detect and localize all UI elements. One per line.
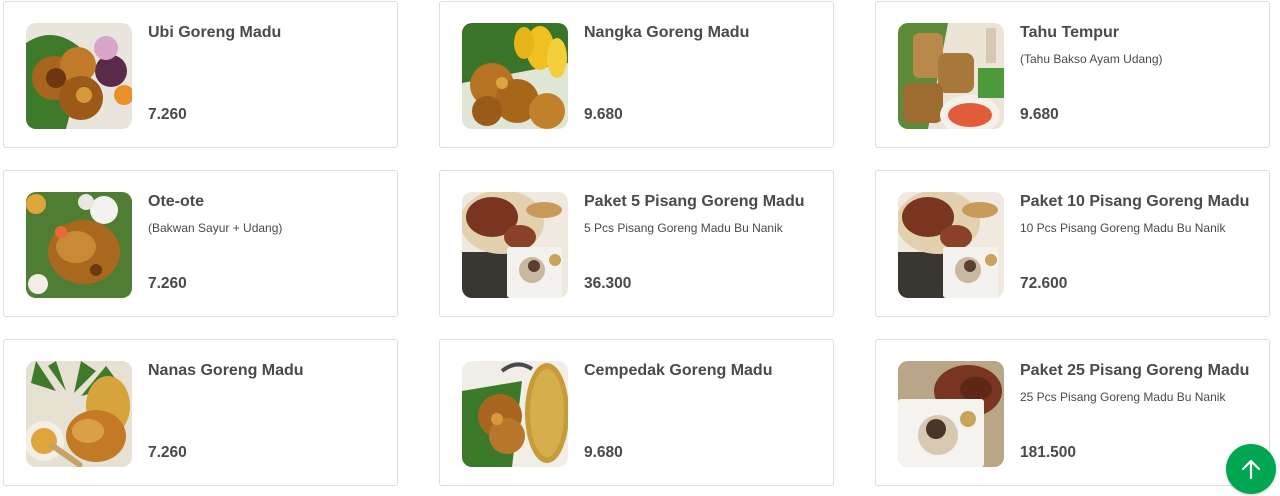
item-price: 36.300 — [584, 275, 632, 292]
cempedak-goreng-image — [462, 361, 568, 467]
scroll-to-top-button[interactable] — [1226, 444, 1276, 494]
menu-item-card[interactable]: Ubi Goreng Madu 7.260 — [3, 1, 398, 148]
menu-item-card[interactable]: Tahu Tempur (Tahu Bakso Ayam Udang) 9.68… — [875, 1, 1270, 148]
item-description: 5 Pcs Pisang Goreng Madu Bu Nanik — [584, 221, 783, 235]
menu-item-card[interactable]: Nangka Goreng Madu 9.680 — [439, 1, 834, 148]
item-name: Cempedak Goreng Madu — [584, 362, 773, 379]
pisang-paket-image — [462, 192, 568, 298]
pisang-box-image — [898, 361, 1004, 467]
item-name: Nangka Goreng Madu — [584, 24, 750, 41]
item-price: 9.680 — [1020, 106, 1059, 123]
menu-grid: Ubi Goreng Madu 7.260 Nangka Goreng Madu… — [0, 0, 1280, 496]
menu-item-card[interactable]: Paket 25 Pisang Goreng Madu 25 Pcs Pisan… — [875, 339, 1270, 486]
menu-item-card[interactable]: Paket 10 Pisang Goreng Madu 10 Pcs Pisan… — [875, 170, 1270, 317]
item-name: Ubi Goreng Madu — [148, 24, 282, 41]
menu-item-card[interactable]: Cempedak Goreng Madu 9.680 — [439, 339, 834, 486]
item-description: (Tahu Bakso Ayam Udang) — [1020, 52, 1163, 66]
ubi-goreng-image — [26, 23, 132, 129]
ote-ote-image — [26, 192, 132, 298]
nanas-goreng-image — [26, 361, 132, 467]
item-price: 181.500 — [1020, 444, 1077, 461]
tahu-tempur-image — [898, 23, 1004, 129]
item-name: Paket 10 Pisang Goreng Madu — [1020, 193, 1250, 210]
item-name: Tahu Tempur — [1020, 24, 1119, 41]
item-name: Paket 5 Pisang Goreng Madu — [584, 193, 805, 210]
item-price: 72.600 — [1020, 275, 1068, 292]
item-price: 7.260 — [148, 275, 187, 292]
menu-item-card[interactable]: Ote-ote (Bakwan Sayur + Udang) 7.260 — [3, 170, 398, 317]
menu-item-card[interactable]: Paket 5 Pisang Goreng Madu 5 Pcs Pisang … — [439, 170, 834, 317]
item-description: (Bakwan Sayur + Udang) — [148, 221, 283, 235]
item-description: 25 Pcs Pisang Goreng Madu Bu Nanik — [1020, 390, 1226, 404]
item-name: Paket 25 Pisang Goreng Madu — [1020, 362, 1250, 379]
item-name: Nanas Goreng Madu — [148, 362, 304, 379]
item-price: 7.260 — [148, 106, 187, 123]
item-price: 9.680 — [584, 444, 623, 461]
item-price: 7.260 — [148, 444, 187, 461]
menu-item-card[interactable]: Nanas Goreng Madu 7.260 — [3, 339, 398, 486]
nangka-goreng-image — [462, 23, 568, 129]
item-description: 10 Pcs Pisang Goreng Madu Bu Nanik — [1020, 221, 1226, 235]
pisang-paket-image — [898, 192, 1004, 298]
item-name: Ote-ote — [148, 193, 204, 210]
item-price: 9.680 — [584, 106, 623, 123]
arrow-up-icon — [1241, 459, 1261, 480]
